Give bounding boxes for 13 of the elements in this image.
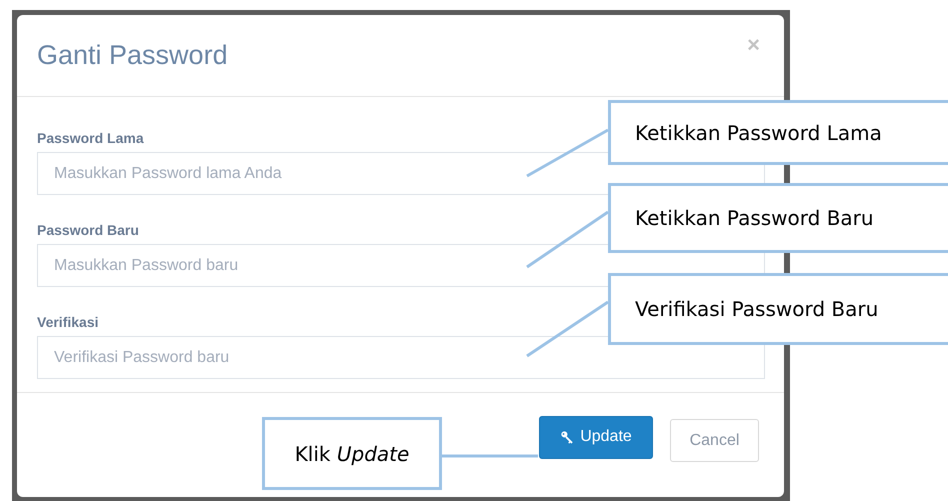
callout-text: Ketikkan Password Lama	[635, 120, 882, 144]
close-button[interactable]: ×	[747, 32, 760, 58]
callout-text: Klik Update	[294, 442, 410, 466]
field-label: Password Lama	[37, 130, 144, 146]
update-button[interactable]: Update	[539, 416, 653, 458]
key-icon	[560, 430, 574, 444]
callout-text: Ketikkan Password Baru	[635, 206, 874, 230]
callout-text: Verifikasi Password Baru	[635, 297, 878, 321]
dialog-title: Ganti Password	[37, 40, 228, 71]
input-field[interactable]: Verifikasi Password baru	[37, 336, 765, 379]
field-label: Verifikasi	[37, 314, 98, 330]
field-label: Password Baru	[37, 222, 139, 238]
cancel-button[interactable]: Cancel	[670, 419, 759, 462]
